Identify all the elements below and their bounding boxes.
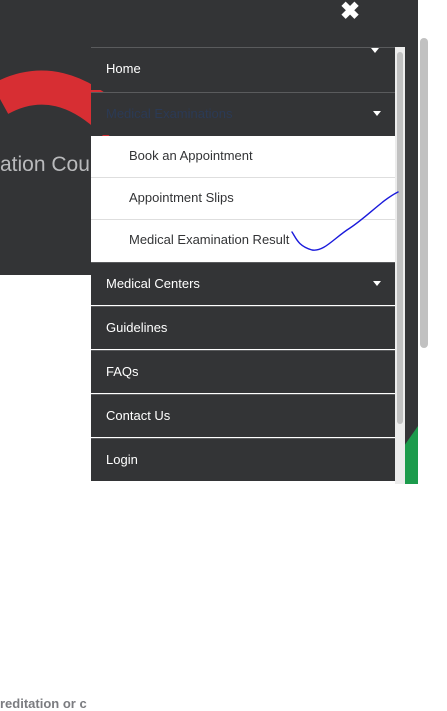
page-scrollbar[interactable] [420, 38, 428, 348]
menu-item-guidelines[interactable]: Guidelines [91, 306, 395, 349]
submenu-item-label: Appointment Slips [129, 190, 234, 205]
menu-item-label: Guidelines [106, 320, 168, 335]
menu-item-label: Login [106, 452, 138, 467]
menu-item-medical-examinations[interactable]: Medical Examinations [91, 92, 395, 135]
chevron-down-icon[interactable] [373, 111, 381, 116]
submenu-item-label: Book an Appointment [129, 148, 253, 163]
menu-item-login[interactable]: Login [91, 438, 395, 481]
close-icon[interactable]: ✖ [338, 0, 362, 24]
menu-item-home[interactable]: Home [91, 47, 395, 90]
submenu-item-examination-result[interactable]: Medical Examination Result [91, 220, 395, 262]
menu-item-label: FAQs [106, 364, 139, 379]
top-bar: ✖ [0, 0, 418, 47]
body-text: reditation or c [0, 696, 87, 711]
menu-item-label: Home [106, 61, 141, 76]
page-content: reditation or c [0, 275, 92, 711]
nav-menu: Home Medical Examinations Book an Appoin… [91, 47, 395, 484]
submenu-medical-examinations: Book an Appointment Appointment Slips Me… [91, 136, 395, 262]
menu-item-label: Medical Centers [106, 276, 200, 291]
green-accent [404, 420, 418, 484]
submenu-item-book-appointment[interactable]: Book an Appointment [91, 136, 395, 178]
menu-item-label: Medical Examinations [106, 106, 233, 121]
menu-item-contact-us[interactable]: Contact Us [91, 394, 395, 437]
chevron-down-icon[interactable] [373, 281, 381, 286]
menu-item-medical-centers[interactable]: Medical Centers [91, 262, 395, 305]
submenu-item-label: Medical Examination Result [129, 232, 290, 247]
submenu-item-appointment-slips[interactable]: Appointment Slips [91, 178, 395, 220]
chevron-down-icon [371, 48, 379, 53]
menu-item-label: Contact Us [106, 408, 171, 423]
menu-item-faqs[interactable]: FAQs [91, 350, 395, 393]
hero-heading: ation Cour [0, 153, 97, 176]
menu-scrollbar-thumb[interactable] [397, 52, 403, 424]
